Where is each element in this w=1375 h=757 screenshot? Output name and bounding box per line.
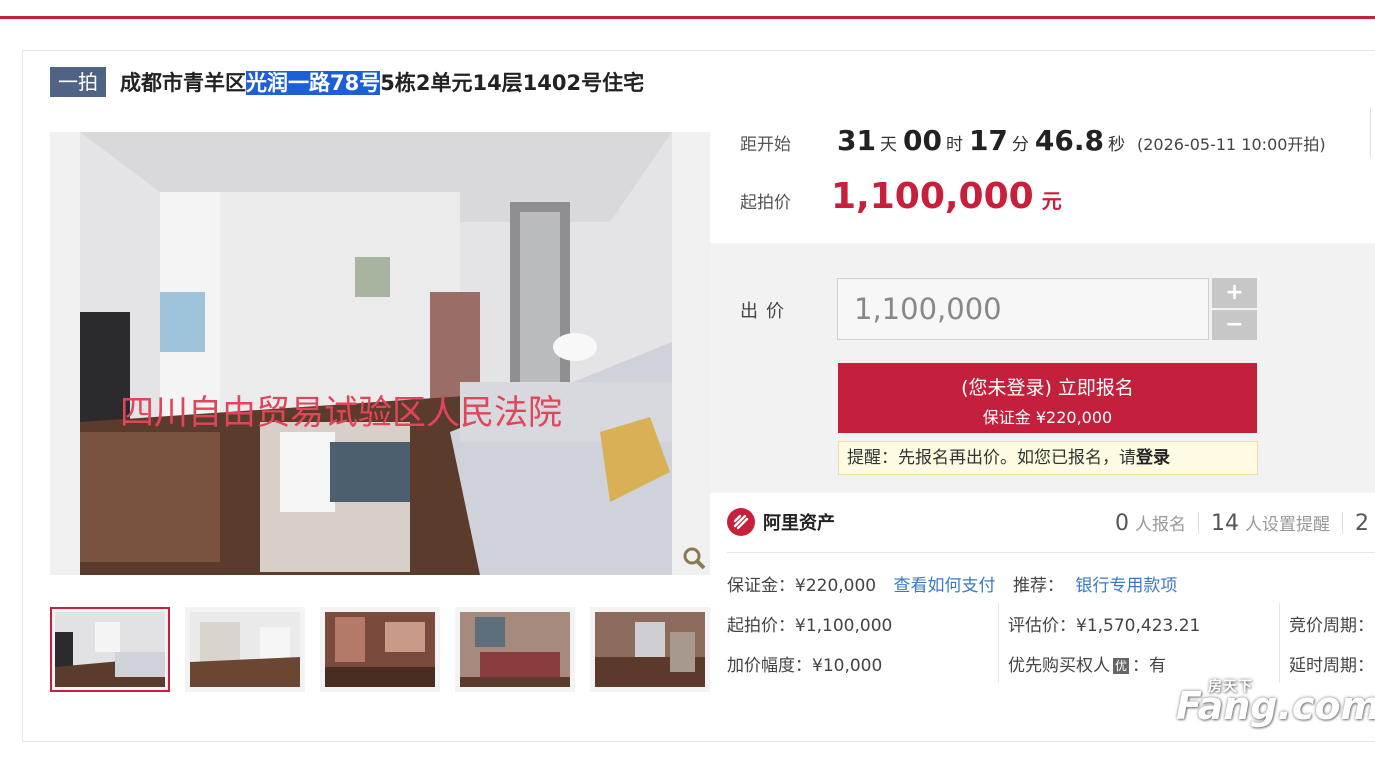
bid-amount-input[interactable]: 1,100,000 [837,278,1209,340]
auction-round-badge: 一拍 [50,67,106,97]
view-count: 2 [1355,511,1369,536]
priority-info-icon[interactable]: 优 [1113,658,1130,674]
thumbnail[interactable] [590,607,710,692]
thumbnail-strip [50,607,725,692]
countdown-seconds: 46.8 [1034,124,1104,157]
platform-brand: 阿里资产 [727,508,835,536]
price-unit: 元 [1041,189,1062,213]
divider [727,552,1375,553]
login-link[interactable]: 登录 [1136,448,1170,468]
court-watermark: 四川自由贸易试验区人民法院 [120,393,562,433]
deposit-amount: 保证金 ¥220,000 [982,408,1113,427]
remind-count-label: 人设置提醒 [1245,515,1330,535]
how-to-pay-link[interactable]: 查看如何支付 [894,576,996,596]
minutes-unit: 分 [1011,135,1029,155]
stats-row: 0 人报名 14 人设置提醒 2 [1115,510,1375,536]
fang-watermark-logo: 房天下 Fang.com [1176,679,1375,728]
increase-bid-button[interactable]: + [1212,278,1257,308]
countdown-days: 31 [837,124,876,157]
bid-increment: 加价幅度：¥10,000 [727,656,883,676]
signup-button-label: (您未登录) 立即报名 [961,377,1134,399]
signup-count: 0 [1115,511,1129,536]
hours-unit: 时 [945,135,963,155]
bid-stepper: + − [1212,278,1257,340]
ali-asset-logo-icon [727,508,755,536]
bid-period: 竞价周期： [1289,616,1374,636]
countdown-hours: 00 [902,124,942,157]
thumbnail[interactable] [455,607,575,692]
thumbnail[interactable] [50,607,170,692]
priority-buyer: 优先购买权人优：有 [1008,656,1167,676]
detail-start-price: 起拍价：¥1,100,000 [727,616,893,636]
delay-period: 延时周期： [1289,656,1374,676]
countdown-minutes: 17 [968,124,1008,157]
platform-name: 阿里资产 [763,513,835,534]
bank-account-link[interactable]: 银行专用款项 [1075,576,1177,596]
bid-label: 出价 [740,301,792,322]
remind-count: 14 [1211,511,1239,536]
listing-title-row: 一拍 成都市青羊区光润一路78号5栋2单元14层1402号住宅 [50,66,644,98]
thumbnail[interactable] [185,607,305,692]
days-unit: 天 [879,135,897,155]
countdown-label: 距开始 [740,135,791,155]
divider [1279,603,1280,683]
login-reminder: 提醒：先报名再出价。如您已报名，请登录 [838,441,1258,475]
zoom-icon[interactable] [678,541,710,575]
signup-button[interactable]: (您未登录) 立即报名 保证金 ¥220,000 [838,363,1257,433]
countdown-row: 距开始 31 天 00 时 17 分 46.8 秒 (2026-05-11 10… [740,124,1326,157]
deposit-row: 保证金：¥220,000 查看如何支付 推荐： 银行专用款项 [727,576,1178,596]
start-price-label: 起拍价 [740,193,791,213]
start-price-value: 1,100,000 [831,176,1034,217]
main-property-photo[interactable]: 四川自由贸易试验区人民法院 [50,132,710,575]
appraisal-price: 评估价：¥1,570,423.21 [1008,616,1201,636]
divider [1370,108,1371,158]
seconds-unit: 秒 [1108,135,1125,155]
decrease-bid-button[interactable]: − [1212,310,1257,340]
auction-start-time: (2026-05-11 10:00开拍) [1137,135,1326,154]
top-accent-line [0,16,1375,19]
thumbnail[interactable] [320,607,440,692]
listing-title: 成都市青羊区光润一路78号5栋2单元14层1402号住宅 [120,71,645,95]
start-price-row: 起拍价 1,100,000 元 [740,176,1062,217]
signup-count-label: 人报名 [1135,515,1186,535]
divider [998,603,999,683]
